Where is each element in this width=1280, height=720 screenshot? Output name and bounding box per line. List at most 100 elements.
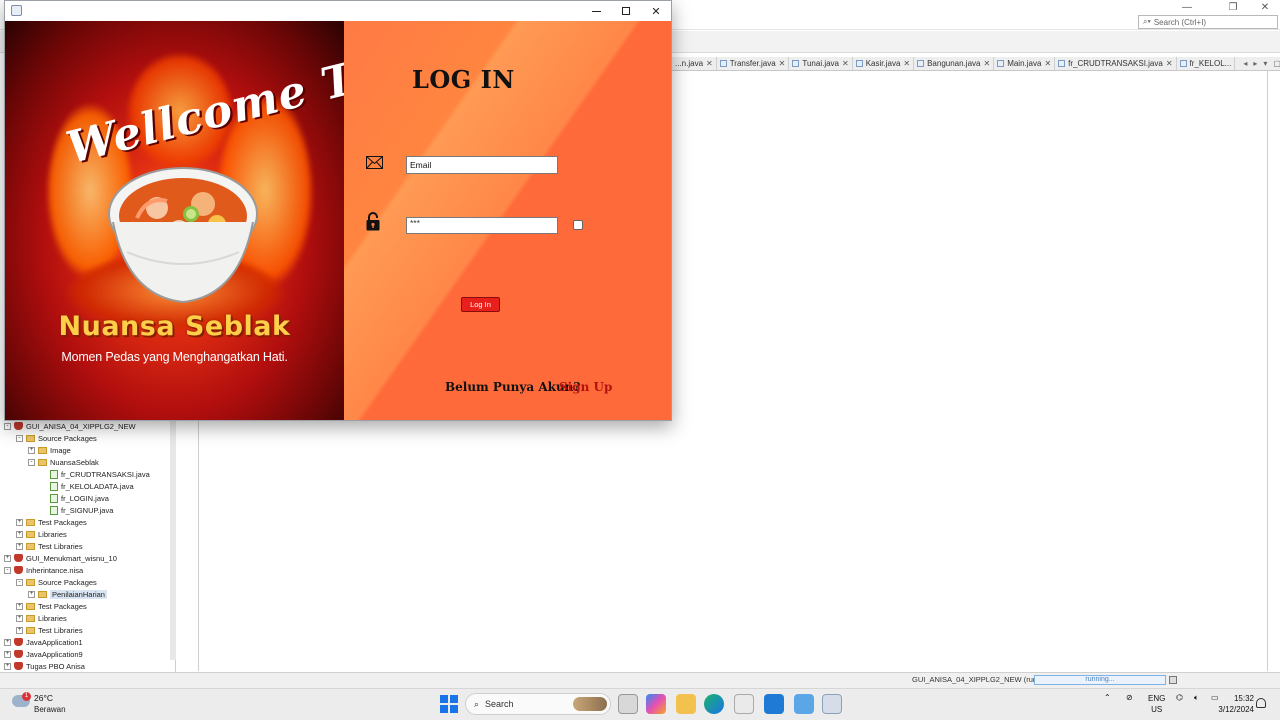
tray-overflow-icon[interactable]: ⌃ — [1104, 693, 1111, 702]
signup-link[interactable]: Sign Up — [559, 380, 612, 394]
tree-item[interactable]: - Source Packages — [16, 576, 97, 588]
file-explorer-icon[interactable] — [676, 694, 696, 714]
notification-bell-icon[interactable] — [1256, 698, 1266, 708]
expand-toggle-icon[interactable]: + — [16, 530, 23, 538]
expand-toggle-icon[interactable]: + — [4, 638, 11, 646]
expand-toggle-icon[interactable]: + — [16, 614, 23, 622]
wifi-icon[interactable]: ⌬ — [1176, 693, 1183, 702]
editor-tab[interactable]: Main.java ✕ — [994, 57, 1056, 70]
expand-toggle-icon[interactable]: + — [4, 650, 11, 658]
task-view-icon[interactable] — [618, 694, 638, 714]
tree-item[interactable]: + JavaApplication1 — [4, 636, 83, 648]
close-icon[interactable]: ✕ — [1044, 59, 1051, 68]
close-icon[interactable]: ✕ — [1166, 59, 1173, 68]
window-maximize-button[interactable] — [611, 2, 641, 20]
speaker-icon[interactable]: 🔈︎ — [1194, 693, 1199, 703]
java-app-icon[interactable] — [822, 694, 842, 714]
tree-item[interactable]: - Inherintance.nisa — [4, 564, 83, 576]
tree-item[interactable]: + Test Libraries — [16, 540, 83, 552]
ide-minimize-button[interactable]: — — [1172, 0, 1202, 14]
tree-item[interactable]: + JavaApplication9 — [4, 648, 83, 660]
editor-tab[interactable]: ...n.java ✕ — [672, 57, 717, 70]
login-window-titlebar[interactable]: ✕ — [5, 1, 671, 21]
close-icon[interactable]: ✕ — [706, 59, 713, 68]
tree-item[interactable]: + Test Packages — [16, 600, 87, 612]
tree-item[interactable]: + PenilaianHarian — [28, 588, 107, 600]
expand-toggle-icon[interactable]: + — [28, 446, 35, 454]
expand-toggle-icon[interactable]: + — [16, 626, 23, 634]
tree-item-label: Test Libraries — [38, 541, 83, 551]
ide-restore-button[interactable]: ❐ — [1218, 0, 1248, 14]
close-icon[interactable]: ✕ — [983, 59, 990, 68]
ide-search-box[interactable]: ⌕▾ Search (Ctrl+I) — [1138, 15, 1278, 29]
tree-item[interactable]: + Tugas PBO Anisa — [4, 660, 85, 672]
password-field[interactable]: *** — [406, 217, 558, 234]
weather-widget[interactable]: 1 26°C Berawan — [12, 692, 92, 718]
chevron-down-icon[interactable]: ▾ — [1263, 59, 1267, 68]
package-folder-icon — [26, 578, 35, 586]
tree-item-label: fr_KELOLADATA.java — [61, 481, 134, 491]
tree-item[interactable]: fr_LOGIN.java — [40, 492, 109, 504]
tree-item[interactable]: - Source Packages — [16, 432, 97, 444]
search-icon: ⌕ — [474, 698, 480, 709]
edge-browser-icon[interactable] — [704, 694, 724, 714]
tree-item[interactable]: + GUI_Menukmart_wisnu_10 — [4, 552, 117, 564]
projects-tree: - GUI_ANISA_04_XIPPLG2_NEW - Source Package… — [0, 420, 176, 672]
tree-item[interactable]: + Test Libraries — [16, 624, 83, 636]
window-minimize-button[interactable] — [581, 2, 611, 20]
expand-toggle-icon[interactable]: + — [16, 518, 23, 526]
tree-item[interactable]: - NuansaSeblak — [28, 456, 99, 468]
store-icon[interactable] — [734, 694, 754, 714]
editor-tab[interactable]: Transfer.java ✕ — [717, 57, 790, 70]
editor-tab[interactable]: fr_CRUDTRANSAKSI.java ✕ — [1055, 57, 1177, 70]
editor-tab[interactable]: Tunai.java ✕ — [789, 57, 853, 70]
run-progress-bar[interactable]: running... — [1034, 675, 1166, 685]
maximize-icon[interactable]: ▢ — [1273, 59, 1280, 68]
tree-item[interactable]: fr_SIGNUP.java — [40, 504, 113, 516]
collapse-toggle-icon[interactable]: - — [16, 434, 23, 442]
email-field[interactable] — [406, 156, 558, 174]
windows-logo-icon — [440, 695, 448, 703]
start-button[interactable] — [440, 695, 458, 713]
show-password-checkbox[interactable] — [573, 220, 583, 230]
netbeans-icon[interactable] — [794, 694, 814, 714]
editor-tab[interactable]: Kasir.java ✕ — [853, 57, 915, 70]
expand-toggle-icon[interactable]: + — [4, 554, 11, 562]
network-off-icon[interactable]: ⊘ — [1126, 693, 1133, 702]
copilot-icon[interactable] — [646, 694, 666, 714]
expand-toggle-icon[interactable]: + — [4, 662, 11, 670]
tree-item[interactable]: + Image — [28, 444, 71, 456]
editor-tab[interactable]: fr_KELOL... — [1177, 57, 1236, 70]
chevron-left-icon[interactable]: ◂ — [1243, 59, 1247, 68]
ide-close-button[interactable]: ✕ — [1250, 0, 1280, 14]
tree-item[interactable]: + Test Packages — [16, 516, 87, 528]
system-clock[interactable]: 15:32 3/12/2024 — [1214, 693, 1254, 715]
collapse-toggle-icon[interactable]: - — [28, 458, 35, 466]
chevron-right-icon[interactable]: ▸ — [1253, 59, 1257, 68]
editor-tab[interactable]: Bangunan.java ✕ — [914, 57, 995, 70]
window-close-button[interactable]: ✕ — [641, 2, 671, 20]
vscode-icon[interactable] — [764, 694, 784, 714]
close-icon[interactable]: ✕ — [842, 59, 849, 68]
collapse-toggle-icon[interactable]: - — [4, 422, 11, 430]
language-indicator[interactable]: ENG US — [1148, 693, 1165, 715]
expand-toggle-icon[interactable]: + — [28, 590, 35, 598]
tree-item-label: PenilaianHarian — [50, 589, 107, 599]
expand-toggle-icon[interactable]: + — [16, 542, 23, 550]
tree-item-label: NuansaSeblak — [50, 457, 99, 467]
expand-toggle-icon[interactable]: + — [16, 602, 23, 610]
tree-item[interactable]: fr_CRUDTRANSAKSI.java — [40, 468, 150, 480]
tree-item[interactable]: fr_KELOLADATA.java — [40, 480, 134, 492]
tree-item[interactable]: - GUI_ANISA_04_XIPPLG2_NEW — [4, 420, 136, 432]
collapse-toggle-icon[interactable]: - — [4, 566, 11, 574]
stop-run-icon[interactable] — [1169, 676, 1177, 684]
projects-scrollbar[interactable] — [170, 420, 176, 660]
taskbar-search[interactable]: ⌕ Search — [465, 693, 611, 715]
close-icon[interactable]: ✕ — [779, 59, 786, 68]
tree-item-label: Libraries — [38, 613, 67, 623]
close-icon[interactable]: ✕ — [903, 59, 910, 68]
collapse-toggle-icon[interactable]: - — [16, 578, 23, 586]
tree-item[interactable]: + Libraries — [16, 528, 67, 540]
tree-item[interactable]: + Libraries — [16, 612, 67, 624]
login-button[interactable]: Log In — [461, 297, 500, 312]
